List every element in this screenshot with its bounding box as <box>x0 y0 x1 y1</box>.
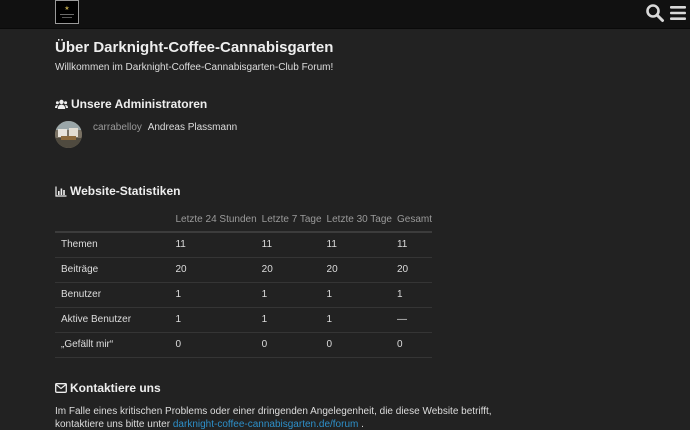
stats-table: Letzte 24 Stunden Letzte 7 Tage Letzte 3… <box>55 208 432 358</box>
column-header: Gesamt <box>391 208 432 233</box>
table-cell: 20 <box>391 257 432 283</box>
page-title: Über Darknight-Coffee-Cannabisgarten <box>55 39 334 56</box>
table-cell: 1 <box>321 307 392 333</box>
row-label: Themen <box>55 232 171 258</box>
table-cell: 0 <box>391 332 432 358</box>
stats-heading-label: Website-Statistiken <box>70 184 181 198</box>
contact-heading-label: Kontaktiere uns <box>70 381 161 395</box>
contact-link[interactable]: darknight-coffee-cannabisgarten.de/forum <box>173 419 358 430</box>
row-label: Beiträge <box>55 257 171 283</box>
table-cell: 0 <box>170 332 257 358</box>
table-cell: 1 <box>321 282 392 308</box>
table-cell: 11 <box>170 232 257 258</box>
table-cell: 1 <box>256 282 322 308</box>
contact-text-end: . <box>361 419 364 430</box>
bar-chart-icon <box>55 186 67 197</box>
table-cell: 0 <box>256 332 322 358</box>
users-icon <box>55 99 68 109</box>
admin-full-name: Andreas Plassmann <box>147 122 238 133</box>
avatar-image <box>55 121 82 148</box>
table-row: Themen 11 11 11 11 <box>55 232 432 258</box>
search-icon[interactable] <box>645 3 665 23</box>
welcome-text: Willkommen im Darknight-Coffee-Cannabisg… <box>55 62 334 73</box>
admin-username[interactable]: carrabelloy <box>93 122 142 133</box>
table-cell: — <box>391 307 432 333</box>
contact-heading: Kontaktiere uns <box>55 381 161 395</box>
table-cell: 11 <box>321 232 392 258</box>
admin-entry: carrabelloy Andreas Plassmann <box>55 121 237 148</box>
table-cell: 0 <box>321 332 392 358</box>
envelope-icon <box>55 383 67 393</box>
column-header <box>55 208 171 233</box>
table-cell: 1 <box>170 282 257 308</box>
logo-script-line <box>62 17 72 18</box>
contact-text: Im Falle eines kritischen Problems oder … <box>55 405 492 430</box>
table-row: Benutzer 1 1 1 1 <box>55 282 432 308</box>
logo-star-icon: ★ <box>64 6 70 12</box>
table-row: „Gefällt mir“ 0 0 0 0 <box>55 332 432 358</box>
stats-header-row: Letzte 24 Stunden Letzte 7 Tage Letzte 3… <box>55 208 432 233</box>
admin-text: carrabelloy Andreas Plassmann <box>93 122 237 133</box>
forum-logo[interactable]: ★ <box>55 0 79 24</box>
avatar[interactable] <box>55 121 82 148</box>
table-cell: 1 <box>170 307 257 333</box>
logo-script-line <box>60 14 74 15</box>
row-label: Aktive Benutzer <box>55 307 171 333</box>
admins-heading-label: Unsere Administratoren <box>71 97 208 111</box>
contact-text-line1: Im Falle eines kritischen Problems oder … <box>55 406 492 417</box>
table-cell: 11 <box>256 232 322 258</box>
column-header: Letzte 7 Tage <box>256 208 322 233</box>
row-label: „Gefällt mir“ <box>55 332 171 358</box>
table-cell: 20 <box>170 257 257 283</box>
table-cell: 20 <box>256 257 322 283</box>
admins-heading: Unsere Administratoren <box>55 97 207 111</box>
table-cell: 20 <box>321 257 392 283</box>
row-label: Benutzer <box>55 282 171 308</box>
table-cell: 1 <box>256 307 322 333</box>
table-cell: 1 <box>391 282 432 308</box>
stats-heading: Website-Statistiken <box>55 184 180 198</box>
hamburger-menu-icon[interactable] <box>668 3 688 23</box>
table-row: Beiträge 20 20 20 20 <box>55 257 432 283</box>
table-cell: 11 <box>391 232 432 258</box>
column-header: Letzte 30 Tage <box>321 208 392 233</box>
column-header: Letzte 24 Stunden <box>170 208 257 233</box>
table-row: Aktive Benutzer 1 1 1 — <box>55 307 432 333</box>
site-header: ★ <box>0 0 690 29</box>
contact-text-line2: kontaktiere uns bitte unter <box>55 419 171 430</box>
